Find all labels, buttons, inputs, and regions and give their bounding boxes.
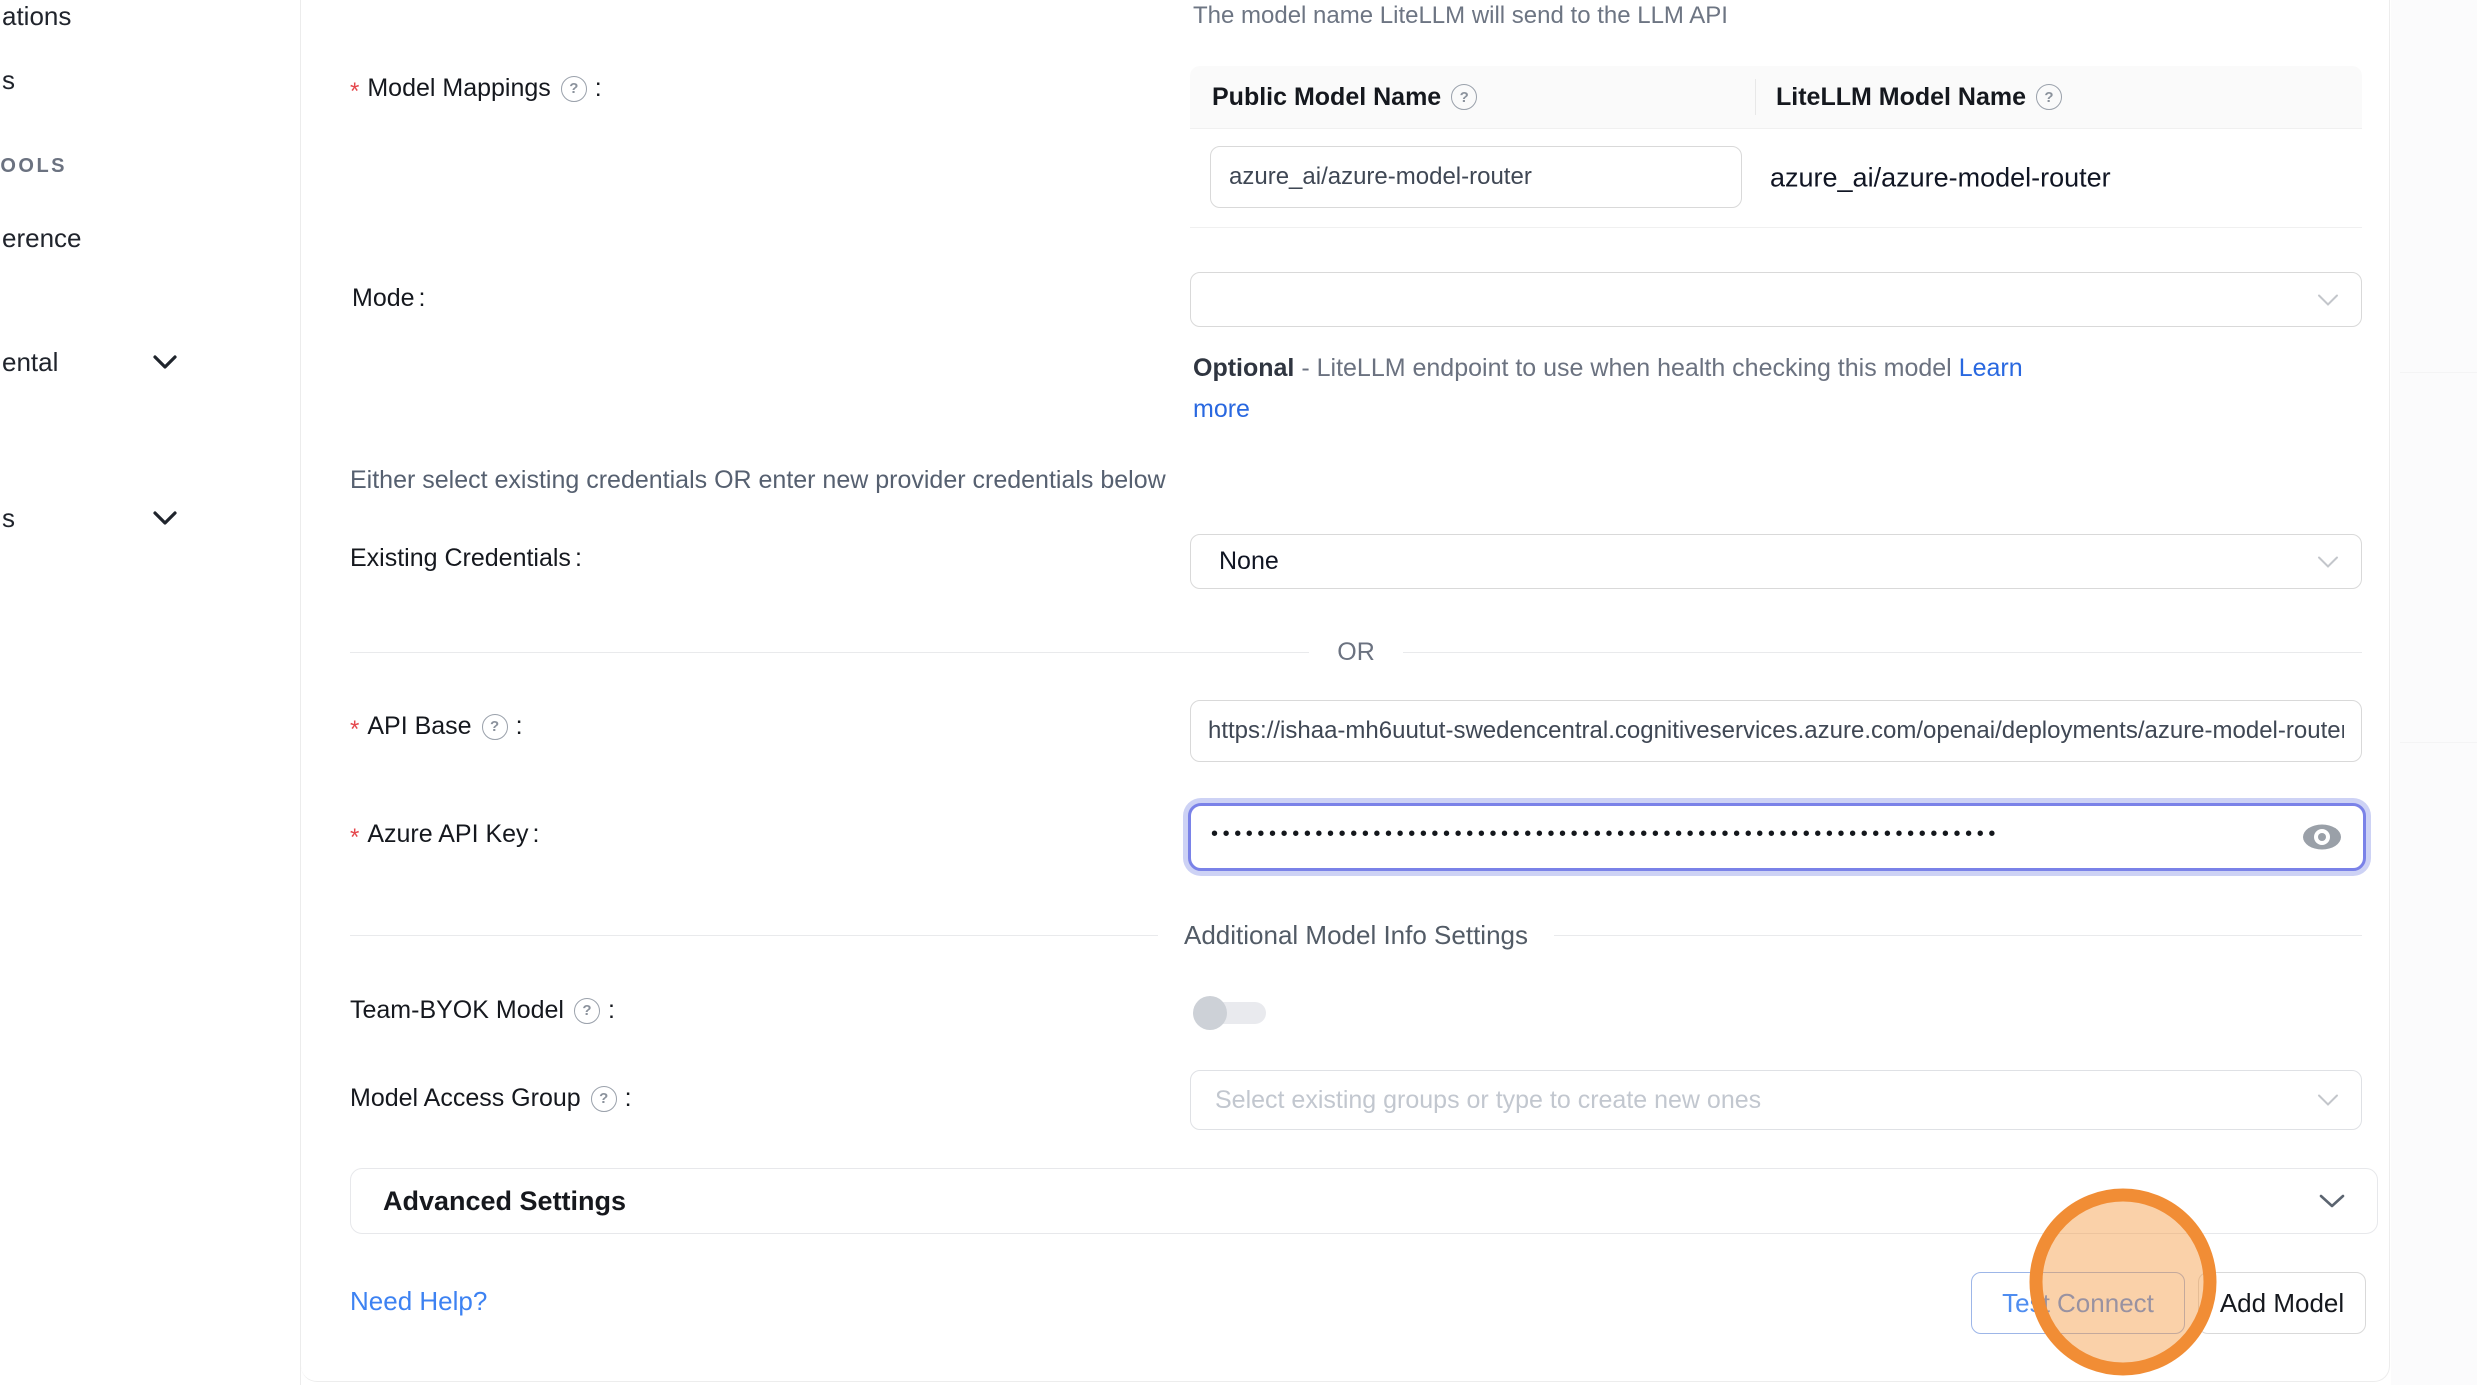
sidebar-item-models[interactable]: s (2, 64, 15, 96)
litellm-model-name-value: azure_ai/azure-model-router (1770, 163, 2111, 194)
chevron-down-icon (2317, 1094, 2339, 1107)
background-line (2400, 372, 2477, 373)
help-icon[interactable]: ? (591, 1086, 617, 1112)
sidebar-item-organizations[interactable]: ations (2, 0, 71, 32)
additional-settings-divider: Additional Model Info Settings (350, 920, 2362, 950)
sidebar-item-label: s (2, 503, 15, 533)
mode-label: Mode : (352, 284, 426, 313)
sidebar-item-label: s (2, 65, 15, 95)
sidebar-section-tools: TOOLS (0, 150, 67, 182)
learn-more-link[interactable]: more (1193, 395, 1250, 423)
background-strip (2391, 0, 2477, 1385)
sidebar-item-label: ental (2, 347, 58, 377)
background-line (2400, 742, 2477, 743)
required-asterisk: * (350, 716, 359, 744)
model-access-group-select[interactable]: Select existing groups or type to create… (1190, 1070, 2362, 1130)
mode-helper-text: Optional - LiteLLM endpoint to use when … (1193, 348, 2023, 430)
team-byok-label: Team-BYOK Model ? : (350, 996, 615, 1025)
model-access-group-placeholder: Select existing groups or type to create… (1191, 1086, 1761, 1115)
learn-more-link[interactable]: Learn (1959, 354, 2023, 382)
model-access-group-label: Model Access Group ? : (350, 1084, 632, 1113)
sidebar: ations s TOOLS erence ental s (0, 0, 301, 1385)
test-connect-button[interactable]: Test Connect (1971, 1272, 2185, 1334)
additional-settings-divider-text: Additional Model Info Settings (1158, 920, 1554, 951)
sidebar-section-label: TOOLS (0, 155, 67, 177)
chevron-down-icon (152, 510, 178, 526)
chevron-down-icon (2317, 293, 2339, 306)
column-header-litellm-model-name: LiteLLM Model Name ? (1752, 83, 2066, 112)
advanced-settings-panel[interactable]: Advanced Settings (350, 1168, 2378, 1234)
existing-credentials-label: Existing Credentials : (350, 544, 582, 573)
existing-credentials-value: None (1191, 547, 1279, 576)
help-icon[interactable]: ? (482, 714, 508, 740)
help-icon[interactable]: ? (561, 76, 587, 102)
litellm-model-name-helper-text: The model name LiteLLM will send to the … (1193, 2, 1728, 30)
help-icon[interactable]: ? (2036, 84, 2062, 110)
model-mappings-table-header: Public Model Name ? LiteLLM Model Name ? (1190, 66, 2362, 129)
or-divider: OR (350, 637, 2362, 667)
mode-select[interactable] (1190, 272, 2362, 327)
masked-password-value: ••••••••••••••••••••••••••••••••••••••••… (1211, 823, 2231, 846)
public-model-name-input[interactable] (1210, 146, 1742, 208)
add-model-button[interactable]: Add Model (2198, 1272, 2366, 1334)
column-header-public-model-name: Public Model Name ? (1190, 83, 1752, 112)
column-divider (1755, 79, 1756, 115)
team-byok-toggle[interactable] (1193, 995, 1267, 1031)
credentials-note: Either select existing credentials OR en… (350, 466, 1166, 495)
model-mappings-table-row: azure_ai/azure-model-router (1190, 129, 2362, 228)
chevron-down-icon (152, 354, 178, 370)
chevron-down-icon (2319, 1194, 2345, 1209)
toggle-knob (1193, 996, 1227, 1030)
chevron-down-icon (2317, 555, 2339, 568)
sidebar-item-inference[interactable]: erence (2, 222, 82, 254)
azure-api-key-label: * Azure API Key : (350, 820, 540, 849)
azure-api-key-input[interactable]: ••••••••••••••••••••••••••••••••••••••••… (1188, 803, 2366, 871)
eye-visibility-icon[interactable] (2301, 822, 2343, 852)
advanced-settings-title: Advanced Settings (383, 1186, 626, 1217)
help-icon[interactable]: ? (574, 998, 600, 1024)
sidebar-item-settings[interactable]: s (2, 502, 15, 534)
api-base-label: * API Base ? : (350, 712, 523, 741)
model-mappings-label: * Model Mappings ? : (350, 74, 602, 103)
existing-credentials-select[interactable]: None (1190, 534, 2362, 589)
sidebar-item-label: erence (2, 223, 82, 253)
need-help-link[interactable]: Need Help? (350, 1286, 487, 1317)
required-asterisk: * (350, 78, 359, 106)
or-divider-text: OR (1309, 638, 1403, 667)
sidebar-item-label: ations (2, 1, 71, 31)
model-mappings-table: Public Model Name ? LiteLLM Model Name ?… (1190, 66, 2362, 228)
sidebar-item-experimental[interactable]: ental (2, 346, 58, 378)
api-base-input[interactable] (1190, 700, 2362, 762)
help-icon[interactable]: ? (1451, 84, 1477, 110)
required-asterisk: * (350, 824, 359, 852)
